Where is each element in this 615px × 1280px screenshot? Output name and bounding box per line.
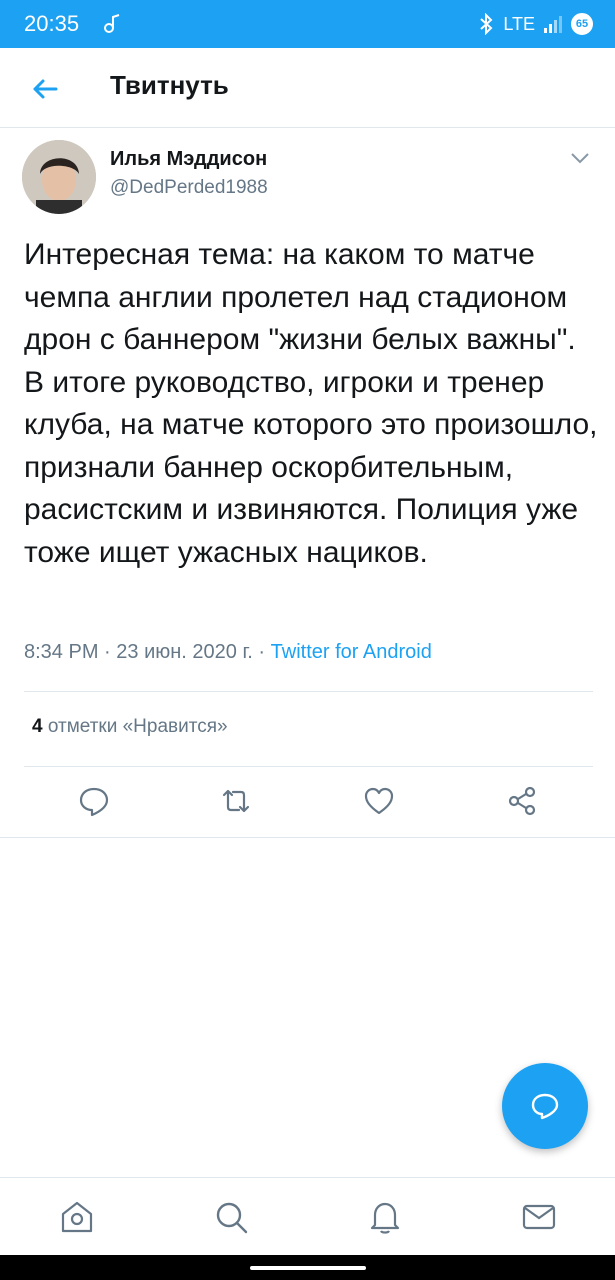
system-nav-bar <box>0 1255 615 1280</box>
bluetooth-icon <box>480 13 493 35</box>
tweet-date: 23 июн. 2020 г. <box>116 641 253 663</box>
compose-reply-button[interactable] <box>502 1063 588 1149</box>
app-header: Твитнуть <box>0 48 615 128</box>
page-title: Твитнуть <box>110 70 229 100</box>
meta-separator: · <box>98 641 117 663</box>
messages-icon[interactable] <box>520 1198 558 1236</box>
status-time: 20:35 <box>24 11 80 36</box>
tweet-meta: 8:34 PM · 23 июн. 2020 г. · Twitter for … <box>24 641 432 664</box>
tweet-text: Интересная тема: на каком то матче чемпа… <box>24 238 598 569</box>
divider <box>24 766 593 767</box>
author-handle[interactable]: @DedPerded1988 <box>110 177 268 199</box>
divider <box>24 691 593 692</box>
share-icon[interactable] <box>506 785 538 817</box>
avatar[interactable] <box>22 140 96 214</box>
author-name[interactable]: Илья Мэддисон <box>110 148 267 171</box>
like-icon[interactable] <box>363 785 395 817</box>
chevron-down-icon[interactable] <box>568 148 592 168</box>
arrow-left-icon[interactable] <box>28 72 62 106</box>
status-icons: LTE 65 <box>477 10 593 38</box>
likes-count: 4 <box>32 716 43 737</box>
divider <box>0 837 615 838</box>
likes-label: отметки «Нравится» <box>42 716 228 737</box>
likes-summary[interactable]: 4 отметки «Нравится» <box>32 716 228 738</box>
home-icon[interactable] <box>58 1198 96 1236</box>
music-note-icon <box>104 14 120 33</box>
home-indicator[interactable] <box>250 1266 366 1270</box>
avatar-image <box>22 140 96 214</box>
reply-icon <box>531 1093 559 1120</box>
notifications-icon[interactable] <box>366 1198 404 1236</box>
bottom-nav <box>0 1177 615 1255</box>
signal-icon <box>544 16 562 33</box>
retweet-icon[interactable] <box>220 785 252 817</box>
search-icon[interactable] <box>212 1198 250 1236</box>
reply-icon[interactable] <box>78 785 110 817</box>
tweet-source-link[interactable]: Twitter for Android <box>271 641 432 663</box>
status-bar: 20:35 LTE 65 <box>0 0 615 48</box>
battery-icon: 65 <box>571 13 593 35</box>
meta-separator: · <box>252 641 271 663</box>
network-type: LTE <box>503 13 535 34</box>
tweet-time: 8:34 PM <box>24 641 99 663</box>
